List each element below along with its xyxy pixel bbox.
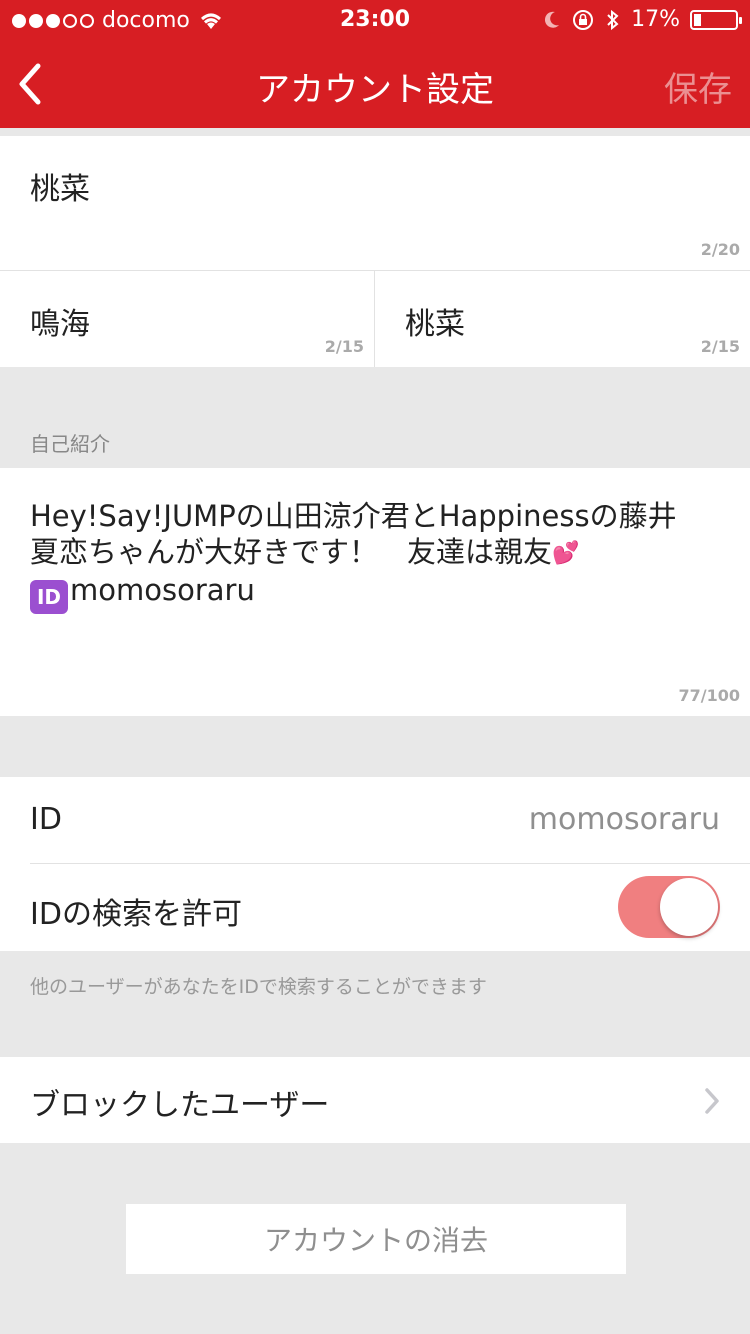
- last-name-field[interactable]: 鳴海 2/15: [0, 271, 374, 367]
- bluetooth-icon: [607, 9, 619, 30]
- blocked-users-row[interactable]: ブロックしたユーザー: [0, 1057, 750, 1143]
- battery-fill: [694, 13, 701, 26]
- first-name-field[interactable]: 桃菜 2/15: [375, 271, 750, 367]
- id-emoji-icon: ID: [30, 580, 68, 614]
- id-label: ID: [30, 802, 62, 837]
- bio-line-text: momosoraru: [70, 573, 255, 607]
- nickname-field[interactable]: 桃菜 2/20: [0, 136, 750, 270]
- status-right: 17%: [543, 7, 742, 32]
- bio-counter: 77/100: [678, 686, 740, 705]
- id-search-toggle[interactable]: [618, 876, 720, 938]
- name-section: 桃菜 2/20 鳴海 2/15 桃菜 2/15: [0, 136, 750, 367]
- id-value: momosoraru: [528, 802, 720, 837]
- app-header: docomo 23:00 17% アカウント設定 保存: [0, 0, 750, 128]
- id-section: ID momosoraru IDの検索を許可: [0, 777, 750, 951]
- id-search-note: 他のユーザーがあなたをIDで検索することができます: [30, 976, 487, 998]
- hearts-emoji: 💕: [552, 541, 580, 566]
- nickname-counter: 2/20: [700, 240, 740, 259]
- nickname-value: 桃菜: [30, 172, 90, 207]
- chevron-right-icon: [705, 1088, 719, 1114]
- last-name-value: 鳴海: [30, 307, 90, 342]
- bio-line: ID momosoraru: [30, 572, 730, 614]
- first-name-counter: 2/15: [700, 337, 740, 356]
- id-row[interactable]: ID momosoraru: [0, 777, 750, 863]
- bio-line-text: 夏恋ちゃんが大好きです！ 友達は親友: [30, 535, 553, 569]
- save-button[interactable]: 保存: [664, 62, 732, 111]
- bio-label: 自己紹介: [30, 432, 110, 456]
- status-bar: docomo 23:00 17%: [0, 0, 750, 40]
- blocked-users-label: ブロックしたユーザー: [30, 1088, 330, 1123]
- bio-text: Hey!Say!JUMPの山田涼介君とHappinessの藤井 夏恋ちゃんが大好…: [30, 498, 730, 614]
- id-search-row: IDの検索を許可: [0, 864, 750, 951]
- nav-bar: アカウント設定 保存: [0, 44, 750, 124]
- bio-line: Hey!Say!JUMPの山田涼介君とHappinessの藤井: [30, 499, 677, 533]
- rotation-lock-icon: [573, 9, 594, 30]
- toggle-knob: [660, 878, 718, 936]
- bio-section[interactable]: Hey!Say!JUMPの山田涼介君とHappinessの藤井 夏恋ちゃんが大好…: [0, 468, 750, 716]
- page-title: アカウント設定: [256, 70, 494, 110]
- moon-icon: [545, 11, 560, 28]
- battery-percent: 17%: [631, 7, 680, 32]
- last-name-counter: 2/15: [324, 337, 364, 356]
- id-search-label: IDの検索を許可: [30, 897, 242, 932]
- bio-line: 夏恋ちゃんが大好きです！ 友達は親友💕: [30, 534, 730, 572]
- battery-icon: [690, 9, 742, 30]
- first-name-value: 桃菜: [405, 307, 465, 342]
- delete-account-button[interactable]: アカウントの消去: [126, 1204, 626, 1274]
